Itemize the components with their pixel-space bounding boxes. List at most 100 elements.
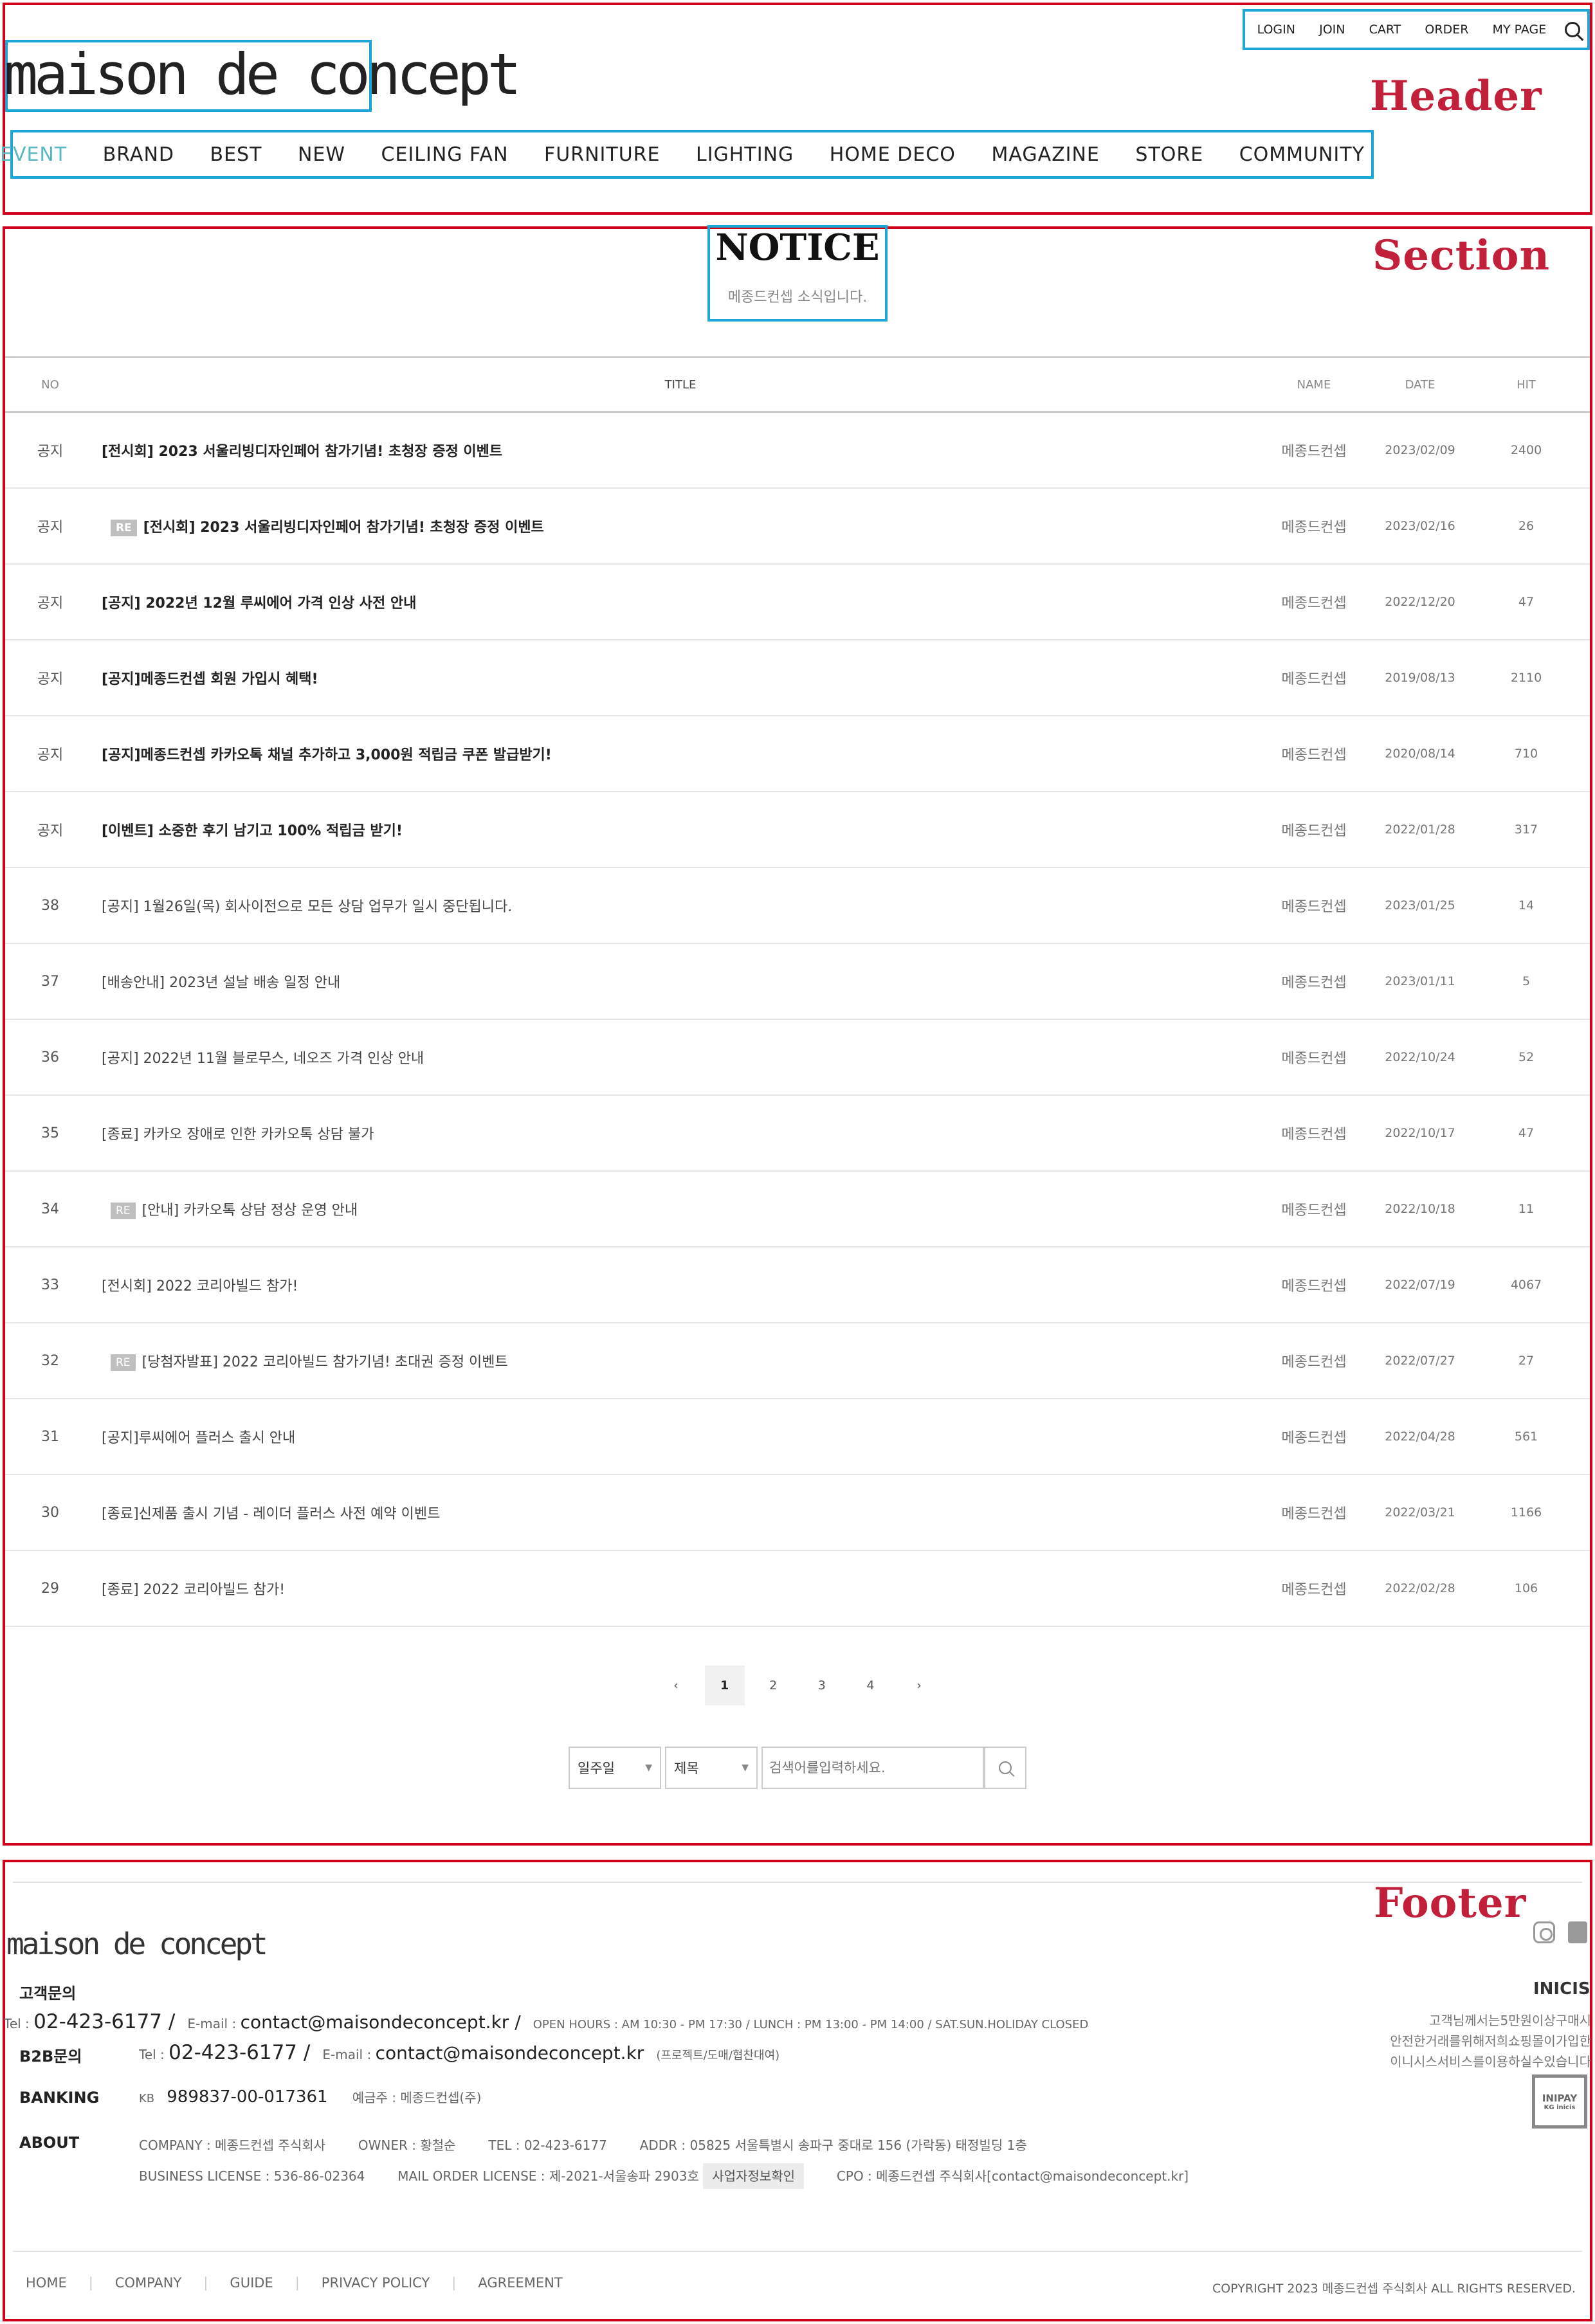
row-date: 2022/03/21	[1385, 1505, 1455, 1520]
table-row[interactable]: 37 [배송안내] 2023년 설날 배송 일정 안내 메종드컨셉 2023/01/1…	[5, 944, 1590, 1020]
row-title-link[interactable]: [당첨자발표] 2022 코리아빌드 참가기념! 초대권 증정 이벤트	[142, 1354, 508, 1370]
login-link[interactable]: LOGIN	[1252, 23, 1300, 37]
period-select[interactable]: 일주일 ▼	[569, 1747, 661, 1789]
nav-item-home-deco[interactable]: HOME DECO	[830, 143, 956, 166]
nav-item-event[interactable]: EVENT	[0, 143, 67, 166]
table-row[interactable]: 공지 [전시회] 2023 서울리빙디자인페어 참가기념! 초청장 증정 이벤트 메…	[5, 413, 1590, 489]
row-title-link[interactable]: [이벤트] 소중한 후기 남기고 100% 적립금 받기!	[102, 823, 403, 839]
b2b-tel-label: Tel :	[139, 2047, 165, 2062]
table-row[interactable]: 공지 [공지]메종드컨셉 카카오톡 채널 추가하고 3,000원 적립금 쿠폰 발…	[5, 716, 1590, 792]
row-title-cell: RE [안내] 카카오톡 상담 정상 운영 안내	[95, 1199, 1266, 1219]
inipay-badge[interactable]: INIPAY KG inicis	[1532, 2074, 1587, 2129]
nav-item-community[interactable]: COMMUNITY	[1239, 143, 1365, 166]
footer-link-guide[interactable]: GUIDE	[230, 2275, 273, 2291]
footer-link-company[interactable]: COMPANY	[115, 2275, 182, 2291]
about-license: BUSINESS LICENSE : 536-86-02364	[139, 2168, 365, 2184]
footer-bottom-divider	[13, 2251, 1582, 2252]
nav-item-lighting[interactable]: LIGHTING	[696, 143, 794, 166]
row-title-link[interactable]: [종료] 카카오 장애로 인한 카카오톡 상담 불가	[102, 1127, 374, 1143]
row-author: 메종드컨셉	[1281, 1127, 1347, 1143]
prev-page-button[interactable]: ‹	[656, 1666, 696, 1705]
page-subtitle: 메종드컨셉 소식입니다.	[727, 289, 868, 305]
row-title-link[interactable]: [전시회] 2022 코리아빌드 참가!	[102, 1278, 298, 1294]
inicis-text: 고객님께서는5만원이상구매시 안전한거래를위해저희쇼핑몰이가입한 이니시스서비스…	[1376, 2010, 1591, 2072]
footer-link-separator: |	[295, 2275, 300, 2291]
footer-links: HOME | COMPANY | GUIDE | PRIVACY POLICY …	[26, 2275, 563, 2291]
row-title-link[interactable]: [전시회] 2023 서울리빙디자인페어 참가기념! 초청장 증정 이벤트	[102, 444, 502, 460]
row-hits: 26	[1518, 519, 1535, 533]
row-title-link[interactable]: [공지] 1월26일(목) 회사이전으로 모든 상담 업무가 일시 중단됩니다.	[102, 899, 512, 915]
row-date: 2022/01/28	[1385, 822, 1455, 837]
blog-icon[interactable]	[1568, 1921, 1587, 1943]
bank-name: KB	[139, 2092, 155, 2105]
row-author: 메종드컨셉	[1281, 1051, 1347, 1067]
row-title-link[interactable]: [공지] 2022년 11월 블로무스, 네오즈 가격 인상 안내	[102, 1051, 424, 1067]
table-row[interactable]: 32 RE [당첨자발표] 2022 코리아빌드 참가기념! 초대권 증정 이벤트 메…	[5, 1323, 1590, 1399]
table-row[interactable]: 공지 RE [전시회] 2023 서울리빙디자인페어 참가기념! 초청장 증정 이벤…	[5, 489, 1590, 565]
instagram-icon[interactable]	[1533, 1921, 1555, 1943]
table-row[interactable]: 29 [종료] 2022 코리아빌드 참가! 메종드컨셉 2022/02/28 106	[5, 1551, 1590, 1627]
order-link[interactable]: ORDER	[1419, 23, 1473, 37]
nav-item-brand[interactable]: BRAND	[103, 143, 174, 166]
row-hits: 5	[1522, 974, 1531, 988]
cs-email[interactable]: contact@maisondeconcept.kr /	[241, 2011, 521, 2033]
search-button[interactable]	[984, 1747, 1026, 1789]
nav-item-new[interactable]: NEW	[298, 143, 345, 166]
table-row[interactable]: 공지 [이벤트] 소중한 후기 남기고 100% 적립금 받기! 메종드컨셉 2022…	[5, 792, 1590, 868]
table-row[interactable]: 36 [공지] 2022년 11월 블로무스, 네오즈 가격 인상 안내 메종드컨셉…	[5, 1020, 1590, 1096]
footer-link-privacy[interactable]: PRIVACY POLICY	[322, 2275, 430, 2291]
footer-link-agreement[interactable]: AGREEMENT	[478, 2275, 562, 2291]
row-title-link[interactable]: [안내] 카카오톡 상담 정상 운영 안내	[142, 1203, 358, 1219]
nav-item-best[interactable]: BEST	[210, 143, 262, 166]
row-title-link[interactable]: [종료]신제품 출시 기념 - 레이더 플러스 사전 예약 이벤트	[102, 1506, 440, 1522]
footer-divider	[13, 1882, 1582, 1883]
row-author: 메종드컨셉	[1281, 899, 1347, 915]
table-row[interactable]: 30 [종료]신제품 출시 기념 - 레이더 플러스 사전 예약 이벤트 메종드컨셉…	[5, 1475, 1590, 1551]
row-title-cell: [종료] 2022 코리아빌드 참가!	[95, 1578, 1266, 1599]
search-input[interactable]	[761, 1747, 984, 1789]
reply-badge: RE	[111, 1203, 136, 1219]
row-date: 2022/10/18	[1385, 1202, 1455, 1216]
row-no: 29	[41, 1580, 59, 1597]
row-title-link[interactable]: [종료] 2022 코리아빌드 참가!	[102, 1582, 285, 1598]
row-title-link[interactable]: [전시회] 2023 서울리빙디자인페어 참가기념! 초청장 증정 이벤트	[143, 520, 544, 536]
join-link[interactable]: JOIN	[1314, 23, 1350, 37]
site-logo[interactable]: maison de concept	[4, 41, 522, 107]
row-title-link[interactable]: [공지]메종드컨셉 회원 가입시 혜택!	[102, 671, 318, 687]
b2b-email[interactable]: contact@maisondeconcept.kr	[376, 2042, 644, 2064]
table-row[interactable]: 33 [전시회] 2022 코리아빌드 참가! 메종드컨셉 2022/07/19 406…	[5, 1248, 1590, 1323]
about-tel: TEL : 02-423-6177	[488, 2138, 607, 2153]
page-button-4[interactable]: 4	[850, 1666, 890, 1705]
nav-item-ceiling-fan[interactable]: CEILING FAN	[381, 143, 509, 166]
business-info-button[interactable]: 사업자정보확인	[703, 2163, 805, 2189]
row-title-link[interactable]: [공지]루씨에어 플러스 출시 안내	[102, 1430, 295, 1446]
table-row[interactable]: 공지 [공지] 2022년 12월 루씨에어 가격 인상 사전 안내 메종드컨셉 20…	[5, 565, 1590, 640]
nav-item-store[interactable]: STORE	[1135, 143, 1203, 166]
page-button-3[interactable]: 3	[802, 1666, 842, 1705]
table-row[interactable]: 34 RE [안내] 카카오톡 상담 정상 운영 안내 메종드컨셉 2022/10/18…	[5, 1172, 1590, 1248]
table-row[interactable]: 35 [종료] 카카오 장애로 인한 카카오톡 상담 불가 메종드컨셉 2022/10…	[5, 1096, 1590, 1172]
table-body: 공지 [전시회] 2023 서울리빙디자인페어 참가기념! 초청장 증정 이벤트 메…	[5, 413, 1590, 1627]
mypage-link[interactable]: MY PAGE	[1488, 23, 1552, 37]
page-button-2[interactable]: 2	[753, 1666, 793, 1705]
row-title-link[interactable]: [공지] 2022년 12월 루씨에어 가격 인상 사전 안내	[102, 595, 416, 612]
table-row[interactable]: 31 [공지]루씨에어 플러스 출시 안내 메종드컨셉 2022/04/28 561	[5, 1399, 1590, 1475]
footer-logo: maison de concept	[6, 1927, 268, 1961]
row-date: 2022/07/19	[1385, 1278, 1455, 1292]
cart-link[interactable]: CART	[1364, 23, 1407, 37]
nav-item-magazine[interactable]: MAGAZINE	[991, 143, 1099, 166]
row-title-link[interactable]: [공지]메종드컨셉 카카오톡 채널 추가하고 3,000원 적립금 쿠폰 발급받…	[102, 747, 552, 763]
table-row[interactable]: 38 [공지] 1월26일(목) 회사이전으로 모든 상담 업무가 일시 중단됩니…	[5, 868, 1590, 944]
b2b-label: B2B문의	[19, 2047, 82, 2065]
row-author: 메종드컨셉	[1281, 595, 1347, 612]
nav-item-furniture[interactable]: FURNITURE	[544, 143, 660, 166]
row-title-link[interactable]: [배송안내] 2023년 설날 배송 일정 안내	[102, 975, 340, 991]
footer-annotation-label: Footer	[1374, 1879, 1527, 1927]
footer-link-home[interactable]: HOME	[26, 2275, 67, 2291]
field-select[interactable]: 제목 ▼	[665, 1747, 758, 1789]
page-button-1[interactable]: 1	[704, 1666, 745, 1705]
row-title-cell: [종료]신제품 출시 기념 - 레이더 플러스 사전 예약 이벤트	[95, 1502, 1266, 1523]
table-row[interactable]: 공지 [공지]메종드컨셉 회원 가입시 혜택! 메종드컨셉 2019/08/13 211…	[5, 640, 1590, 716]
search-icon[interactable]	[1565, 22, 1581, 37]
next-page-button[interactable]: ›	[899, 1666, 939, 1705]
